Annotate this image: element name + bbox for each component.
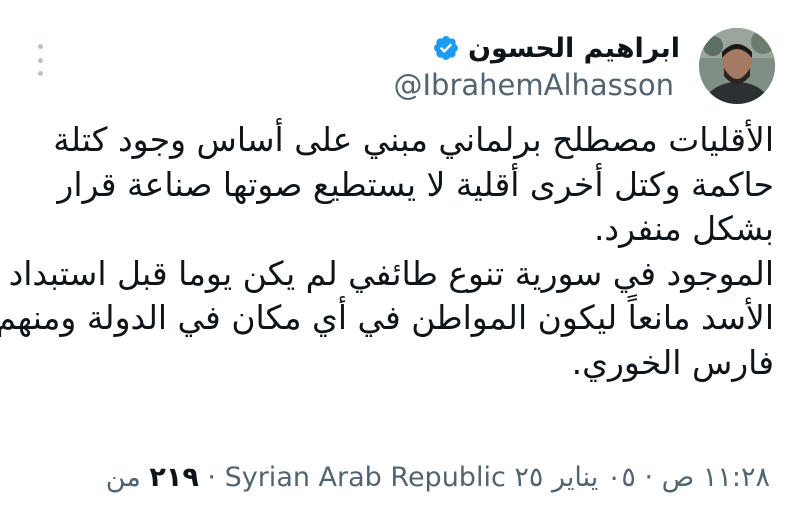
more-options-icon[interactable] — [30, 44, 50, 76]
author-display-name: ابراهيم الحسون — [467, 32, 680, 64]
location: Syrian Arab Republic — [224, 462, 506, 493]
tweet-line: الموجود في سورية تنوع طائفي لم يكن يوما … — [8, 253, 774, 293]
tweet-time: ١١:٢٨ ص — [661, 462, 770, 493]
views-prefix: من — [105, 462, 141, 493]
avatar[interactable] — [699, 28, 775, 104]
date-time[interactable]: ١١:٢٨ ص · ٠٥ يناير ٢٥ — [514, 462, 770, 493]
dot — [37, 57, 43, 63]
tweet-line: الأسد مانعاً ليكون المواطن في أي مكان في… — [0, 298, 774, 338]
views-count[interactable]: ٢١٩ — [149, 462, 198, 493]
avatar-photo-icon — [699, 28, 775, 104]
tweet-line: حاكمة وكتل أخرى أقلية لا يستطيع صوتها صن… — [57, 164, 774, 204]
author-name-row[interactable]: ابراهيم الحسون — [432, 28, 680, 68]
tweet-card: ابراهيم الحسون @IbrahemAlhasson الأقليات… — [0, 0, 800, 514]
author-handle[interactable]: @IbrahemAlhasson — [393, 68, 674, 102]
verified-badge-icon — [433, 36, 458, 60]
tweet-line: بشكل منفرد. — [593, 209, 774, 249]
meta-separator: · — [207, 462, 225, 493]
tweet-date: ٠٥ يناير ٢٥ — [514, 462, 636, 493]
dot — [37, 44, 43, 49]
dot — [37, 71, 43, 76]
tweet-line: فارس الخوري. — [571, 342, 774, 382]
tweet-line: الأقليات مصطلح برلماني مبني على أساس وجو… — [53, 120, 774, 159]
tweet-meta: ٢١٩ من · Syrian Arab Republic ١١:٢٨ ص · … — [106, 462, 770, 493]
tweet-text: الأقليات مصطلح برلماني مبني على أساس وجو… — [0, 118, 774, 386]
